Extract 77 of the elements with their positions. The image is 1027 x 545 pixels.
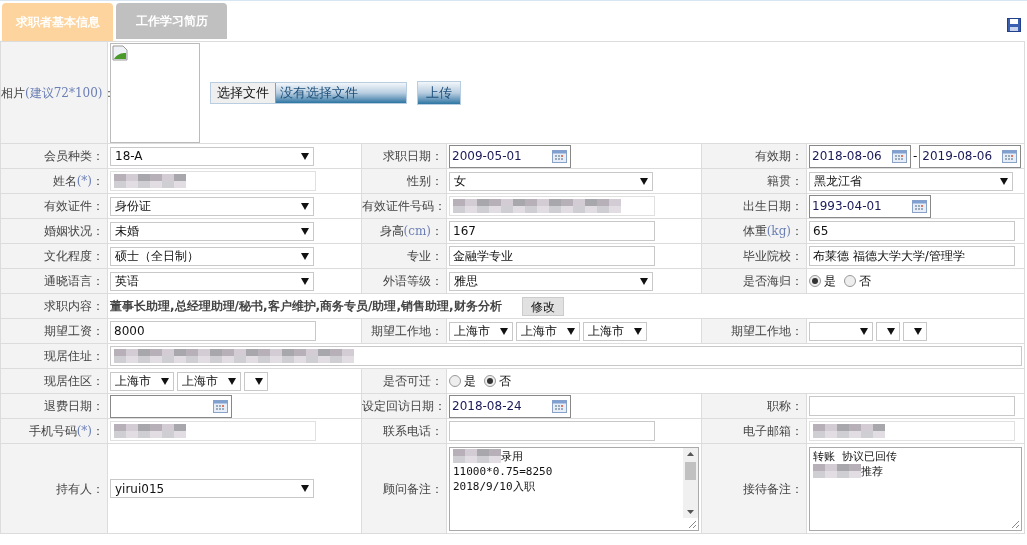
field-label: 有效证件： bbox=[44, 199, 104, 213]
note-line: 2018/9/10入职 bbox=[453, 478, 535, 494]
field-label: 籍贯： bbox=[767, 174, 803, 188]
select-field[interactable]: 18-A bbox=[110, 146, 314, 166]
select-field[interactable]: 上海市 bbox=[449, 321, 513, 341]
radio-option[interactable]: 是 bbox=[809, 272, 836, 290]
radio-option[interactable]: 是 bbox=[449, 372, 476, 390]
radio-option[interactable]: 否 bbox=[484, 372, 511, 390]
input-field[interactable]: 布莱德 福德大学大学/管理学 bbox=[809, 246, 1015, 266]
field-label: 姓名(*)： bbox=[52, 174, 104, 188]
note-line: 推荐 bbox=[861, 463, 883, 479]
note-line: 转账 协议已回传 bbox=[813, 448, 897, 464]
field-label: 婚姻状况： bbox=[44, 224, 104, 238]
select-field[interactable]: 硕士（全日制） bbox=[110, 246, 314, 266]
select-field[interactable]: 上海市 bbox=[177, 371, 241, 391]
date-field[interactable]: 2018-08-06 bbox=[809, 144, 911, 168]
field-label: 出生日期： bbox=[743, 199, 803, 213]
select-field[interactable]: 上海市 bbox=[516, 321, 580, 341]
date-field[interactable]: 2019-08-06 bbox=[919, 144, 1022, 168]
field-label: 顾问备注： bbox=[383, 481, 443, 496]
textarea-field[interactable]: 转账 协议已回传 推荐 bbox=[809, 446, 1023, 531]
field-label: 求职日期： bbox=[383, 149, 443, 163]
range-separator: - bbox=[913, 148, 918, 165]
date-field[interactable]: 2018-08-24 bbox=[449, 394, 571, 418]
file-status: 没有选择文件 bbox=[276, 82, 406, 103]
field-label: 持有人： bbox=[56, 481, 104, 496]
select-field[interactable]: 黑龙江省 bbox=[809, 171, 1013, 191]
field-label: 身高(cm)： bbox=[379, 224, 443, 238]
field-label: 毕业院校： bbox=[743, 249, 803, 263]
field-label: 电子邮箱： bbox=[743, 424, 803, 438]
select-field[interactable]: 女 bbox=[449, 171, 653, 191]
field-label: 接待备注： bbox=[743, 481, 803, 496]
field-label: 体重(kg)： bbox=[742, 224, 803, 238]
field-label: 退费日期： bbox=[44, 399, 104, 413]
field-label: 设定回访日期： bbox=[362, 399, 446, 413]
field-label: 通晓语言： bbox=[44, 274, 104, 288]
select-field[interactable]: 上海市 bbox=[110, 371, 174, 391]
file-field[interactable]: 选择文件 没有选择文件 bbox=[210, 81, 407, 104]
field-label: 期望工资： bbox=[44, 324, 104, 338]
field-label: 专业： bbox=[407, 249, 443, 263]
select-field[interactable]: 未婚 bbox=[110, 221, 314, 241]
edit-button[interactable]: 修改 bbox=[521, 296, 564, 316]
select-field[interactable]: 英语 bbox=[110, 271, 314, 291]
input-field[interactable]: 8000 bbox=[110, 321, 316, 341]
field-label: 性别： bbox=[407, 174, 443, 188]
radio-option[interactable]: 否 bbox=[844, 272, 871, 290]
field-label: 现居住区： bbox=[44, 374, 104, 388]
field-label: 是否可迁： bbox=[383, 374, 443, 388]
select-field[interactable]: 上海市 bbox=[583, 321, 647, 341]
date-field[interactable]: 1993-04-01 bbox=[809, 194, 931, 218]
note-line: 录用 bbox=[501, 448, 523, 464]
field-label: 求职内容： bbox=[44, 299, 104, 313]
field-label: 期望工作地： bbox=[371, 324, 443, 338]
note-line: 11000*0.75=8250 bbox=[453, 463, 553, 479]
job-intent-text: 董事长助理,总经理助理/秘书,客户维护,商务专员/助理,销售助理,财务分析 bbox=[110, 298, 502, 315]
field-label: 是否海归： bbox=[743, 274, 803, 288]
field-label: 有效期： bbox=[755, 149, 803, 163]
select-field[interactable]: 雅思 bbox=[449, 271, 653, 291]
input-field[interactable]: 167 bbox=[449, 221, 655, 241]
textarea-field[interactable]: 录用 11000*0.75=8250 2018/9/10入职 bbox=[449, 446, 699, 531]
field-label: 相片(建议72*100)： bbox=[1, 85, 115, 100]
field-label: 外语等级： bbox=[383, 274, 443, 288]
choose-file-button[interactable]: 选择文件 bbox=[211, 82, 276, 103]
input-field[interactable]: 金融学专业 bbox=[449, 246, 655, 266]
field-label: 职称： bbox=[767, 399, 803, 413]
select-field[interactable]: 身份证 bbox=[110, 196, 314, 216]
field-label: 文化程度： bbox=[44, 249, 104, 263]
field-label: 会员种类： bbox=[44, 149, 104, 163]
field-label: 手机号码(*)： bbox=[28, 424, 104, 438]
date-field[interactable]: 2009-05-01 bbox=[449, 144, 571, 168]
field-label: 有效证件号码： bbox=[362, 199, 446, 213]
field-label: 联系电话： bbox=[383, 424, 443, 438]
field-label: 现居住址： bbox=[44, 349, 104, 363]
upload-button[interactable]: 上传 bbox=[417, 80, 461, 105]
input-field[interactable]: 65 bbox=[809, 221, 1015, 241]
field-label: 期望工作地： bbox=[731, 324, 803, 338]
select-field[interactable]: yirui015 bbox=[110, 479, 314, 498]
